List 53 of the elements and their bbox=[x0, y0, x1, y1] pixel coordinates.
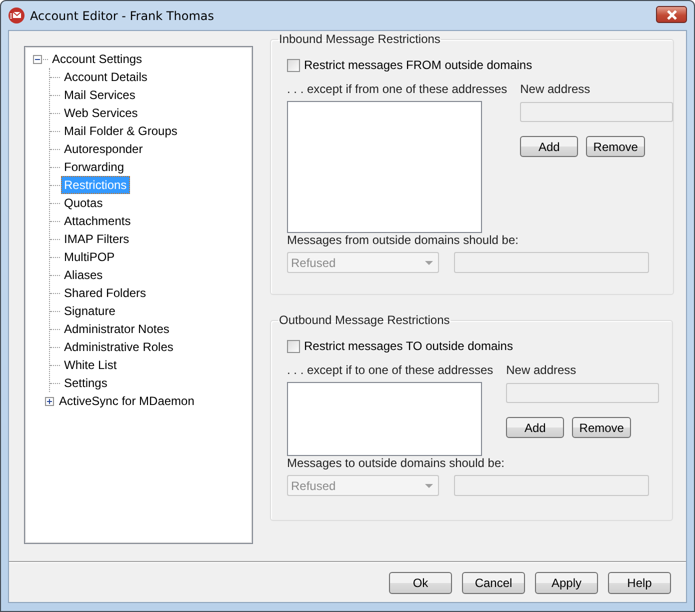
action-button[interactable]: Remove bbox=[572, 417, 632, 438]
tree-item[interactable]: Autoresponder bbox=[61, 140, 146, 158]
tree-item[interactable]: Web Services bbox=[61, 104, 141, 122]
checkbox[interactable] bbox=[287, 58, 300, 72]
checkbox-label: Restrict messages TO outside domains bbox=[304, 339, 513, 353]
new-address-label: New address bbox=[506, 363, 578, 377]
tree-item[interactable]: Account Settings bbox=[49, 50, 146, 68]
list-label: . . . except if to one of these addresses bbox=[287, 363, 494, 377]
close-icon bbox=[666, 10, 678, 20]
dialog-button[interactable]: Help bbox=[608, 572, 671, 594]
dialog-button[interactable]: Cancel bbox=[462, 572, 525, 594]
group-title: Outbound Message Restrictions bbox=[278, 313, 451, 327]
tree-item[interactable]: Administrative Roles bbox=[61, 338, 176, 356]
action-label: Messages to outside domains should be: bbox=[287, 456, 504, 470]
text-field[interactable] bbox=[454, 252, 649, 273]
tree-item[interactable]: Attachments bbox=[61, 212, 134, 230]
group-title: Inbound Message Restrictions bbox=[278, 32, 442, 46]
tree-item[interactable]: Mail Folder & Groups bbox=[61, 122, 180, 140]
tree-item[interactable]: IMAP Filters bbox=[61, 230, 132, 248]
address-list[interactable] bbox=[287, 101, 482, 233]
envelope-logo-icon bbox=[8, 7, 25, 24]
tree-item[interactable]: Forwarding bbox=[61, 158, 128, 176]
tree-item[interactable]: Aliases bbox=[61, 266, 106, 284]
tree-item[interactable]: ActiveSync for MDaemon bbox=[56, 392, 198, 410]
tree-item[interactable]: Mail Services bbox=[61, 86, 138, 104]
tree-item[interactable]: Account Details bbox=[61, 68, 150, 86]
action-button[interactable]: Remove bbox=[586, 136, 646, 157]
tree-item[interactable]: White List bbox=[61, 356, 120, 374]
text-field[interactable] bbox=[454, 475, 649, 496]
collapse-icon[interactable] bbox=[33, 54, 42, 64]
new-address-field[interactable] bbox=[506, 383, 660, 403]
checkbox[interactable] bbox=[287, 340, 300, 352]
close-button[interactable] bbox=[656, 6, 687, 23]
new-address-field[interactable] bbox=[520, 102, 674, 122]
dialog-button[interactable]: Ok bbox=[389, 572, 452, 594]
action-button[interactable]: Add bbox=[520, 136, 578, 157]
tree-item[interactable]: Administrator Notes bbox=[61, 320, 172, 338]
dialog-button[interactable]: Apply bbox=[535, 572, 598, 594]
tree-item[interactable]: MultiPOP bbox=[61, 248, 118, 266]
dropdown-arrow-icon bbox=[425, 260, 433, 264]
tree-item[interactable]: Settings bbox=[61, 374, 110, 392]
action-label: Messages from outside domains should be: bbox=[287, 233, 518, 247]
tree-item[interactable]: Shared Folders bbox=[61, 284, 150, 302]
new-address-label: New address bbox=[520, 82, 592, 96]
tree-item[interactable]: Quotas bbox=[61, 194, 106, 212]
list-label: . . . except if from one of these addresses bbox=[287, 82, 508, 96]
action-button[interactable]: Add bbox=[506, 417, 564, 438]
checkbox-label: Restrict messages FROM outside domains bbox=[304, 58, 532, 72]
dropdown-arrow-icon bbox=[425, 484, 433, 488]
tree-item[interactable]: Signature bbox=[61, 302, 118, 320]
address-list[interactable] bbox=[287, 382, 482, 456]
window-title: Account Editor - Frank Thomas bbox=[30, 8, 214, 22]
expand-icon[interactable] bbox=[45, 396, 54, 406]
